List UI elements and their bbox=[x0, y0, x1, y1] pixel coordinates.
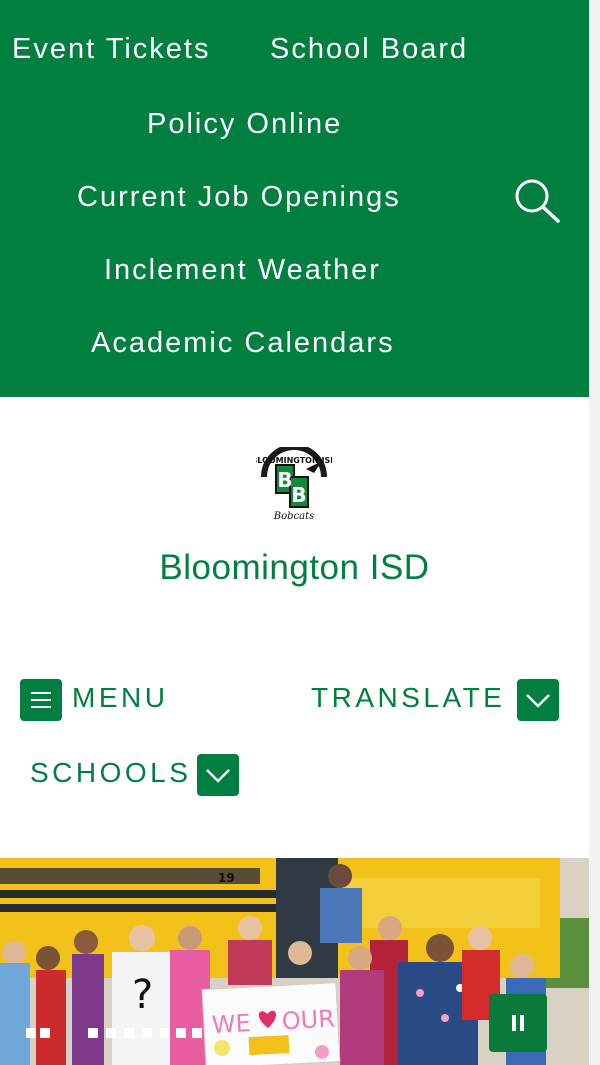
slide-indicator[interactable] bbox=[26, 1028, 36, 1038]
logo-script-text: Bobcats bbox=[273, 511, 314, 522]
svg-text:OUR: OUR bbox=[281, 1005, 336, 1036]
top-navigation: Event Tickets School Board Policy Online… bbox=[0, 0, 589, 397]
slide-indicator[interactable] bbox=[160, 1028, 170, 1038]
search-icon bbox=[515, 179, 560, 223]
svg-text:BLOOMINGTON ISD: BLOOMINGTON ISD bbox=[256, 456, 332, 465]
nav-link-current-job-openings[interactable]: Current Job Openings bbox=[77, 181, 401, 214]
sign-text-our: OUR bbox=[281, 1005, 336, 1036]
nav-link-academic-calendars[interactable]: Academic Calendars bbox=[91, 327, 395, 360]
nav-link-event-tickets[interactable]: Event Tickets bbox=[12, 33, 210, 66]
svg-text:B: B bbox=[291, 483, 306, 507]
schools-dropdown-button[interactable] bbox=[197, 754, 239, 796]
svg-text:Bobcats: Bobcats bbox=[273, 511, 314, 522]
district-logo[interactable]: BLOOMINGTON ISD B B Bobcats bbox=[251, 444, 337, 523]
svg-text:WE: WE bbox=[211, 1009, 251, 1039]
page-edge bbox=[589, 0, 600, 1065]
slide-indicator[interactable] bbox=[88, 1028, 98, 1038]
slide-indicator[interactable] bbox=[124, 1028, 134, 1038]
slide-indicator[interactable] bbox=[176, 1028, 186, 1038]
translate-dropdown-button[interactable] bbox=[517, 679, 559, 721]
search-button[interactable] bbox=[512, 176, 562, 224]
menu-button[interactable] bbox=[20, 679, 62, 721]
sign-text-we: WE bbox=[211, 1009, 251, 1039]
svg-text:B: B bbox=[277, 468, 292, 492]
chevron-down-icon bbox=[526, 694, 550, 708]
bobcats-logo-icon: BLOOMINGTON ISD B B Bobcats bbox=[251, 444, 337, 522]
translate-label[interactable]: TRANSLATE bbox=[311, 682, 505, 714]
nav-link-inclement-weather[interactable]: Inclement Weather bbox=[104, 254, 381, 287]
pause-icon bbox=[512, 1015, 524, 1031]
hamburger-icon bbox=[31, 692, 51, 708]
slide-indicator[interactable] bbox=[40, 1028, 50, 1038]
bus-number: 19 bbox=[218, 871, 235, 885]
slide-indicator[interactable] bbox=[106, 1028, 116, 1038]
menu-label[interactable]: MENU bbox=[72, 682, 168, 714]
chevron-down-icon bbox=[206, 769, 230, 783]
slide-indicator[interactable] bbox=[192, 1028, 202, 1038]
schools-label[interactable]: SCHOOLS bbox=[30, 757, 191, 789]
slide-indicator[interactable] bbox=[142, 1028, 152, 1038]
svg-text:?: ? bbox=[132, 972, 153, 1018]
nav-link-school-board[interactable]: School Board bbox=[270, 33, 468, 66]
pause-slideshow-button[interactable] bbox=[489, 994, 547, 1052]
logo-arc-text: BLOOMINGTON ISD bbox=[256, 456, 332, 465]
svg-text:19: 19 bbox=[218, 871, 235, 885]
nav-link-policy-online[interactable]: Policy Online bbox=[147, 108, 342, 141]
site-title[interactable]: Bloomington ISD bbox=[0, 548, 589, 588]
